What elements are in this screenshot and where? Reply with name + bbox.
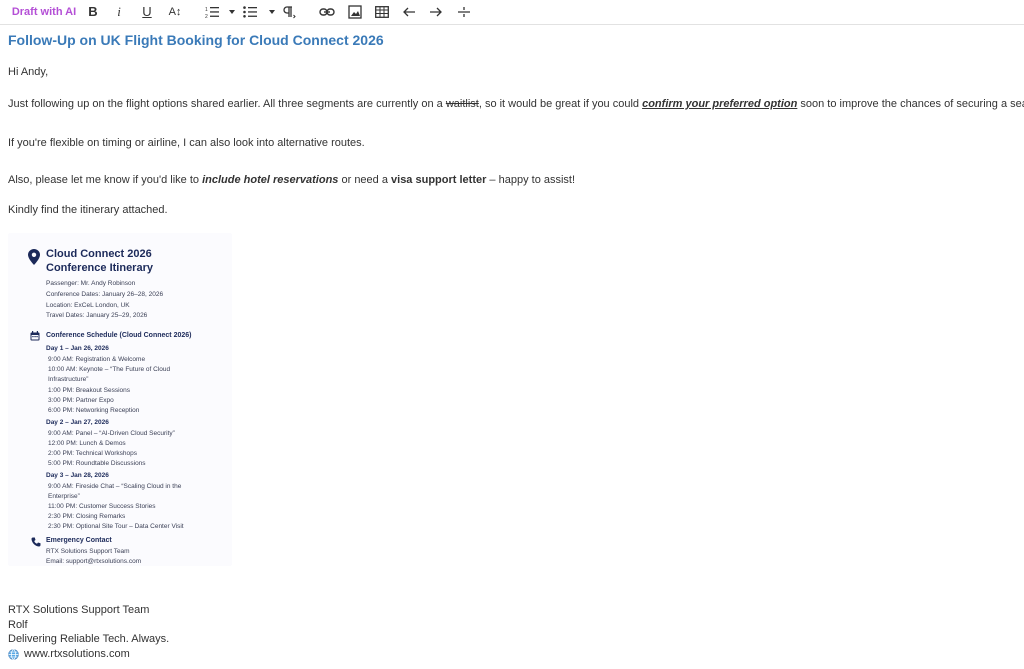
day2-item: 9:00 AM: Panel – “AI-Driven Cloud Securi… bbox=[48, 430, 175, 437]
link-icon bbox=[319, 7, 335, 16]
text-size-button[interactable]: A↕ bbox=[166, 3, 184, 20]
insert-table-button[interactable] bbox=[374, 3, 390, 20]
arrow-left-icon bbox=[403, 7, 415, 16]
p3-text-a: Also, please let me know if you'd like t… bbox=[8, 174, 203, 186]
day3-item: 2:30 PM: Closing Remarks bbox=[48, 513, 126, 520]
bold-button[interactable]: B bbox=[85, 3, 101, 20]
day2-item: 12:00 PM: Lunch & Demos bbox=[48, 440, 126, 447]
phone-icon bbox=[31, 537, 41, 547]
itinerary-title-line1: Cloud Connect 2026 bbox=[46, 248, 152, 260]
schedule-heading: Conference Schedule (Cloud Connect 2026) bbox=[46, 332, 192, 339]
numbered-list-button[interactable]: 1 2 bbox=[205, 3, 235, 20]
day1-item: 1:00 PM: Breakout Sessions bbox=[48, 387, 131, 394]
day3-item: Enterprise” bbox=[48, 493, 80, 500]
day1-item: 9:00 AM: Registration & Welcome bbox=[48, 356, 146, 363]
bullet-list-icon bbox=[243, 5, 275, 18]
p1-text-c: soon to improve the chances of securing … bbox=[797, 98, 1024, 110]
insert-image-button[interactable] bbox=[347, 3, 363, 20]
day1-item: 10:00 AM: Keynote – “The Future of Cloud bbox=[48, 366, 171, 373]
signature-name: Rolf bbox=[8, 619, 28, 631]
day1-heading: Day 1 – Jan 26, 2026 bbox=[46, 345, 109, 352]
p1-text-b: , so it would be great if you could bbox=[478, 98, 643, 110]
emergency-heading: Emergency Contact bbox=[46, 537, 112, 544]
globe-icon bbox=[8, 648, 19, 660]
day2-heading: Day 2 – Jan 27, 2026 bbox=[46, 419, 109, 426]
day1-item: 3:00 PM: Partner Expo bbox=[48, 397, 114, 404]
travel-dates-line: Travel Dates: January 25–29, 2026 bbox=[46, 312, 148, 319]
day1-item: 6:00 PM: Networking Reception bbox=[48, 407, 140, 414]
undo-button[interactable] bbox=[401, 3, 417, 20]
insert-link-button[interactable] bbox=[319, 3, 335, 20]
signature-tagline: Delivering Reliable Tech. Always. bbox=[8, 633, 170, 645]
hotel-reservations-emphasis: include hotel reservations bbox=[202, 174, 339, 186]
paragraph-3: Also, please let me know if you'd like t… bbox=[8, 174, 575, 186]
location-line: Location: ExCeL London, UK bbox=[46, 302, 130, 309]
email-subject-heading: Follow-Up on UK Flight Booking for Cloud… bbox=[8, 32, 384, 48]
table-icon bbox=[375, 5, 389, 18]
redo-button[interactable] bbox=[428, 3, 444, 20]
location-pin-icon bbox=[28, 249, 40, 265]
pilcrow-icon bbox=[283, 5, 296, 18]
calendar-icon bbox=[30, 331, 40, 341]
signature-website-row: www.rtxsolutions.com bbox=[8, 648, 130, 660]
visa-letter-emphasis: visa support letter bbox=[391, 174, 487, 186]
website-link[interactable]: www.rtxsolutions.com bbox=[24, 648, 130, 660]
svg-text:2: 2 bbox=[205, 14, 208, 19]
conference-dates-line: Conference Dates: January 26–28, 2026 bbox=[46, 291, 164, 298]
horizontal-rule-icon bbox=[458, 6, 470, 17]
numbered-list-icon: 1 2 bbox=[205, 6, 235, 19]
italic-button[interactable]: i bbox=[111, 3, 127, 20]
greeting: Hi Andy, bbox=[8, 66, 49, 78]
day3-item: 9:00 AM: Fireside Chat – “Scaling Cloud … bbox=[48, 483, 182, 490]
image-icon bbox=[348, 4, 362, 19]
svg-text:1: 1 bbox=[205, 7, 208, 13]
p3-text-b: or need a bbox=[338, 174, 392, 186]
emergency-email: Email: support@rtxsolutions.com bbox=[46, 558, 142, 565]
paragraph-format-button[interactable] bbox=[282, 3, 296, 20]
paragraph-2: If you're flexible on timing or airline,… bbox=[8, 137, 365, 149]
paragraph-4: Kindly find the itinerary attached. bbox=[8, 204, 168, 216]
waitlist-strikethrough: waitlist bbox=[445, 98, 479, 110]
bullet-list-button[interactable] bbox=[243, 3, 276, 20]
p3-text-c: – happy to assist! bbox=[486, 174, 576, 186]
underline-button[interactable]: U bbox=[139, 3, 155, 20]
itinerary-attachment-image[interactable]: Cloud Connect 2026 Conference Itinerary … bbox=[8, 233, 232, 566]
day2-item: 5:00 PM: Roundtable Discussions bbox=[48, 460, 146, 467]
day2-item: 2:00 PM: Technical Workshops bbox=[48, 450, 137, 457]
signature-team: RTX Solutions Support Team bbox=[8, 604, 150, 616]
day3-heading: Day 3 – Jan 28, 2026 bbox=[46, 472, 109, 479]
confirm-option-emphasis: confirm your preferred option bbox=[642, 98, 798, 110]
emergency-team: RTX Solutions Support Team bbox=[46, 548, 130, 555]
arrow-right-icon bbox=[430, 7, 442, 16]
insert-divider-button[interactable] bbox=[456, 3, 472, 20]
paragraph-1: Just following up on the flight options … bbox=[8, 98, 1024, 110]
itinerary-title-line2: Conference Itinerary bbox=[46, 262, 153, 274]
passenger-line: Passenger: Mr. Andy Robinson bbox=[46, 280, 136, 287]
draft-with-ai-button[interactable]: Draft with AI bbox=[8, 3, 80, 20]
day3-item: 11:00 PM: Customer Success Stories bbox=[48, 503, 156, 510]
day3-item: 2:30 PM: Optional Site Tour – Data Cente… bbox=[48, 523, 184, 530]
editor-toolbar: Draft with AI B i U A↕ 1 2 bbox=[0, 0, 1024, 25]
p1-text-a: Just following up on the flight options … bbox=[8, 98, 446, 110]
day1-item: Infrastructure” bbox=[48, 376, 89, 383]
